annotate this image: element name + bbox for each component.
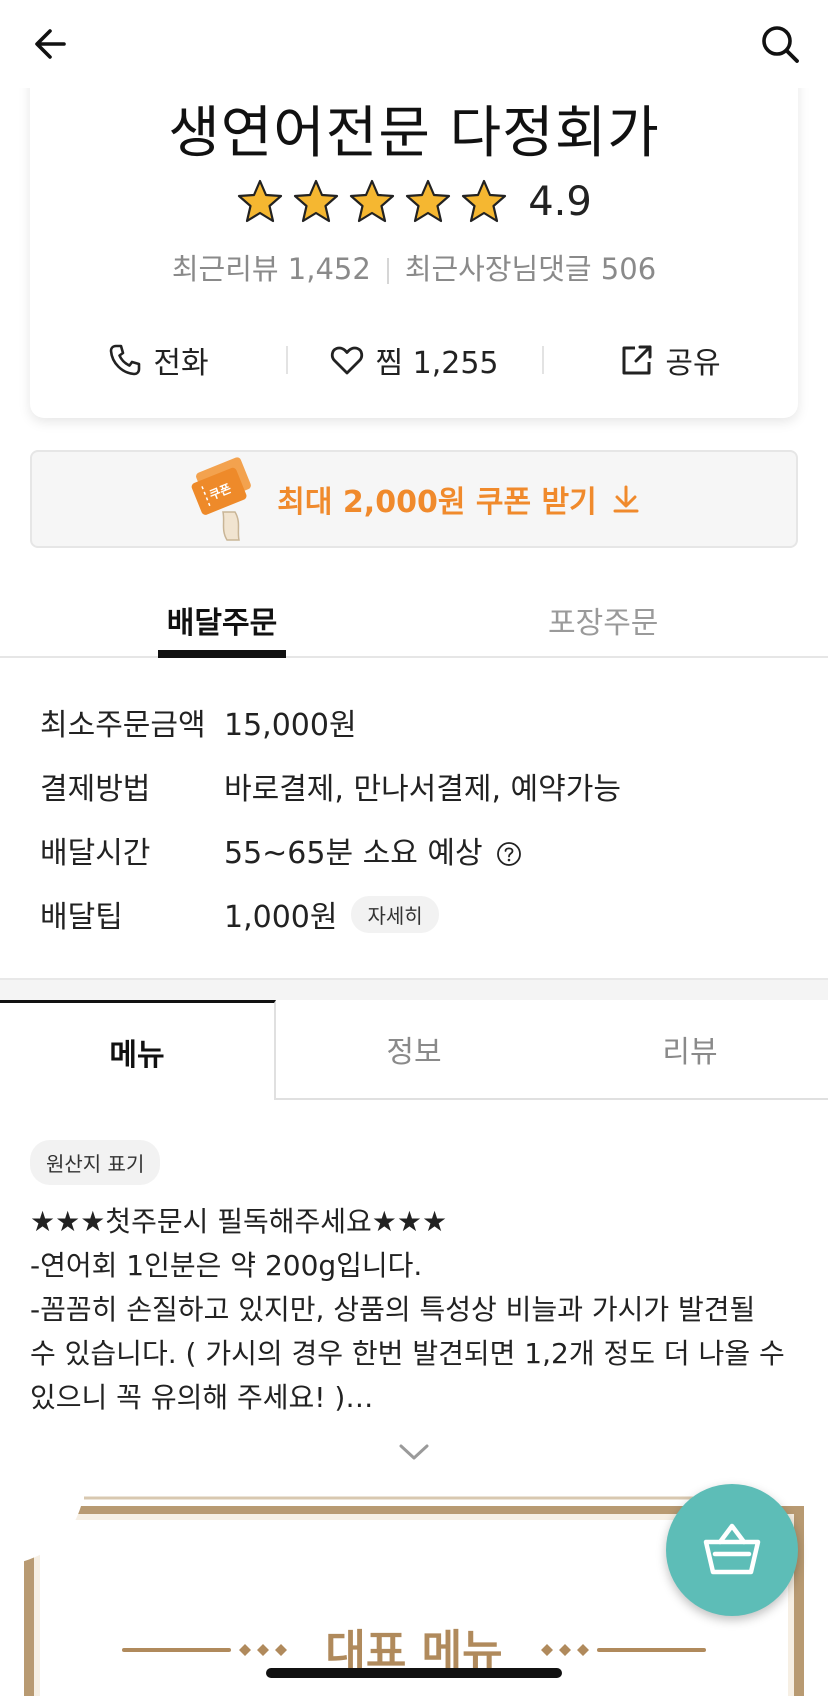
call-label: 전화 — [153, 346, 209, 381]
delivery-time-value-wrap: 55~65분 소요 예상 — [224, 828, 522, 872]
star-icon — [350, 179, 395, 223]
delivery-tip-value-wrap: 1,000원 자세히 — [224, 892, 439, 936]
payment-value: 바로결제, 만나서결제, 예약가능 — [224, 772, 621, 807]
share-label: 공유 — [665, 346, 721, 381]
star-icon — [406, 179, 451, 223]
delivery-time-label: 배달시간 — [40, 836, 151, 871]
store-name: 생연어전문 다정회가 — [168, 101, 660, 166]
store-notice: ★★★첫주문시 필독해주세요★★★ -연어회 1인분은 약 200g입니다. -… — [30, 1200, 800, 1420]
store-info-card: 생연어전문 다정회가 4.9 최근리뷰 1,452 최근사장님댓글 506 전화 … — [30, 60, 798, 418]
section-divider — [0, 978, 828, 1000]
rating-value: 4.9 — [528, 179, 592, 225]
call-button[interactable]: 전화 — [30, 330, 286, 390]
delivery-time-row: 배달시간 55~65분 소요 예상 — [40, 828, 780, 871]
chevron-down-icon[interactable] — [398, 1442, 430, 1462]
tab-delivery-order[interactable]: 배달주문 — [158, 598, 286, 658]
wish-button[interactable]: 찜 1,255 — [286, 330, 542, 390]
notice-line: 있으니 꼭 유의해 주세요! )… — [30, 1381, 374, 1414]
download-icon — [613, 485, 639, 513]
delivery-tip-label: 배달팁 — [40, 900, 123, 935]
wish-label: 찜 1,255 — [375, 346, 499, 381]
min-order-value: 15,000원 — [224, 708, 357, 743]
payment-label: 결제방법 — [40, 772, 151, 807]
rating-row: 4.9 — [30, 178, 798, 226]
tab-menu[interactable]: 메뉴 — [0, 1000, 276, 1100]
search-button[interactable] — [758, 22, 802, 66]
min-order-label: 최소주문금액 — [40, 708, 206, 743]
main-tabs: 메뉴 정보 리뷰 — [0, 1000, 828, 1100]
review-counts: 최근리뷰 1,452 최근사장님댓글 506 — [30, 246, 798, 288]
owner-replies-link[interactable]: 최근사장님댓글 506 — [405, 252, 656, 286]
heart-icon — [331, 346, 364, 375]
search-icon — [762, 26, 799, 63]
cart-button[interactable] — [666, 1484, 798, 1616]
tab-pickup-order[interactable]: 포장주문 — [548, 598, 658, 642]
order-type-tabs: 배달주문 포장주문 — [0, 580, 828, 658]
share-button[interactable]: 공유 — [542, 330, 798, 390]
tab-info[interactable]: 정보 — [276, 1000, 552, 1100]
back-button[interactable] — [30, 22, 74, 66]
share-icon — [622, 345, 652, 375]
tab-reviews[interactable]: 리뷰 — [552, 1000, 828, 1100]
delivery-tip-value: 1,000원 — [224, 900, 338, 935]
star-icon — [462, 179, 507, 223]
star-icon — [294, 179, 339, 223]
origin-label-button[interactable]: 원산지 표기 — [30, 1140, 161, 1185]
top-bar — [0, 0, 828, 88]
coupon-button[interactable]: 쿠폰 최대 2,000원 쿠폰 받기 — [30, 450, 798, 548]
divider — [386, 258, 389, 284]
notice-line: -꼼꼼히 손질하고 있지만, 상품의 특성상 비늘과 가시가 발견될 — [30, 1293, 756, 1326]
basket-icon — [703, 1523, 761, 1575]
notice-line: 수 있습니다. ( 가시의 경우 한번 발견되면 1,2개 정도 더 나올 수 — [30, 1337, 785, 1370]
min-order-row: 최소주문금액 15,000원 — [40, 700, 780, 743]
store-actions: 전화 찜 1,255 공유 — [30, 330, 798, 390]
help-icon[interactable] — [496, 841, 522, 867]
delivery-time-value: 55~65분 소요 예상 — [224, 836, 483, 871]
arrow-left-icon — [35, 29, 66, 59]
coupon-ticket-icon: 쿠폰 — [191, 457, 252, 541]
recent-reviews-link[interactable]: 최근리뷰 1,452 — [172, 252, 371, 286]
tip-detail-button[interactable]: 자세히 — [351, 896, 439, 933]
coupon-label: 최대 2,000원 쿠폰 받기 — [277, 485, 597, 520]
notice-line: ★★★첫주문시 필독해주세요★★★ — [30, 1205, 448, 1238]
payment-row: 결제방법 바로결제, 만나서결제, 예약가능 — [40, 764, 780, 807]
phone-icon — [110, 344, 141, 376]
delivery-tip-row: 배달팁 1,000원 자세히 — [40, 892, 780, 935]
star-icon — [238, 179, 283, 223]
home-indicator — [266, 1668, 562, 1678]
notice-line: -연어회 1인분은 약 200g입니다. — [30, 1249, 423, 1282]
